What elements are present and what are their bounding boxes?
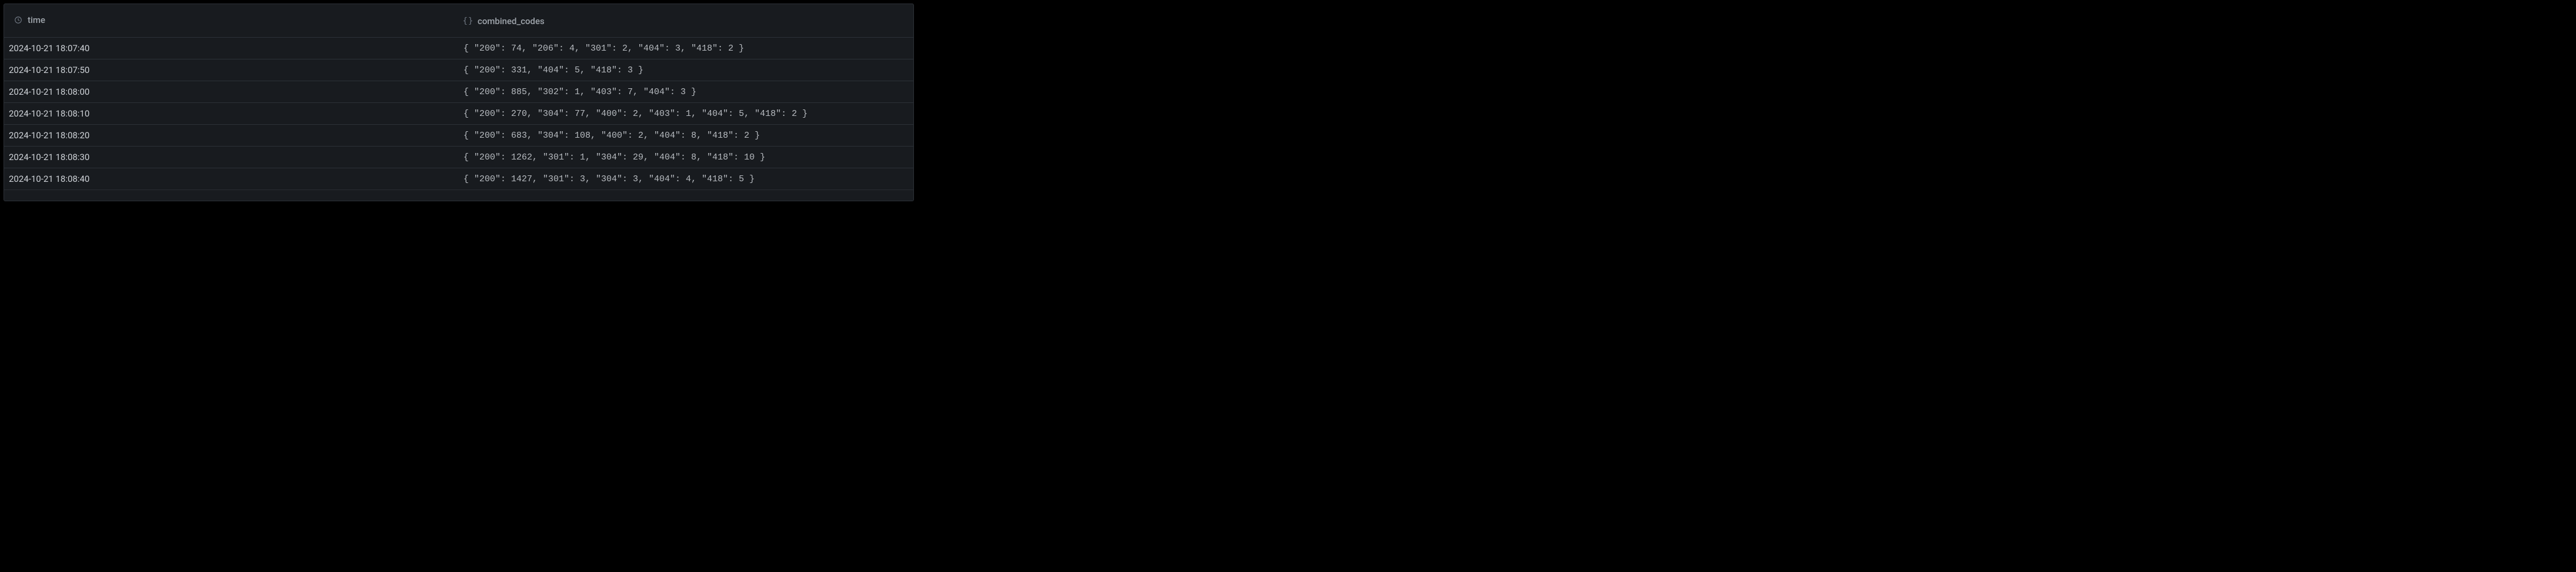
table-row[interactable]: 2024-10-21 18:07:40{ "200": 74, "206": 4…: [4, 38, 913, 59]
cell-time: 2024-10-21 18:08:00: [4, 81, 459, 103]
table-header-row: time {} combined_codes: [4, 4, 913, 38]
cell-time: 2024-10-21 18:08:40: [4, 168, 459, 190]
table-row[interactable]: 2024-10-21 18:08:00{ "200": 885, "302": …: [4, 81, 913, 103]
table-row[interactable]: 2024-10-21 18:08:40{ "200": 1427, "301":…: [4, 168, 913, 190]
table-row[interactable]: 2024-10-21 18:08:30{ "200": 1262, "301":…: [4, 147, 913, 168]
cell-codes: { "200": 1262, "301": 1, "304": 29, "404…: [459, 147, 913, 168]
column-header-label: time: [28, 15, 45, 25]
table-row[interactable]: 2024-10-21 18:08:10{ "200": 270, "304": …: [4, 103, 913, 125]
cell-codes: { "200": 331, "404": 5, "418": 3 }: [459, 59, 913, 81]
clock-icon: [14, 15, 23, 25]
cell-codes: { "200": 270, "304": 77, "400": 2, "403"…: [459, 103, 913, 125]
table-body: 2024-10-21 18:07:40{ "200": 74, "206": 4…: [4, 38, 913, 190]
column-header-time[interactable]: time: [4, 4, 459, 38]
table-row[interactable]: 2024-10-21 18:07:50{ "200": 331, "404": …: [4, 59, 913, 81]
column-header-label: combined_codes: [478, 16, 545, 26]
cell-time: 2024-10-21 18:08:20: [4, 125, 459, 147]
cell-codes: { "200": 885, "302": 1, "403": 7, "404":…: [459, 81, 913, 103]
column-header-codes[interactable]: {} combined_codes: [459, 4, 913, 38]
braces-icon: {}: [463, 16, 473, 26]
cell-time: 2024-10-21 18:08:30: [4, 147, 459, 168]
log-table-panel: time {} combined_codes 2024-10-21 18:07:…: [4, 4, 914, 201]
cell-time: 2024-10-21 18:08:10: [4, 103, 459, 125]
cell-codes: { "200": 683, "304": 108, "400": 2, "404…: [459, 125, 913, 147]
cell-codes: { "200": 1427, "301": 3, "304": 3, "404"…: [459, 168, 913, 190]
cell-codes: { "200": 74, "206": 4, "301": 2, "404": …: [459, 38, 913, 59]
table-row[interactable]: 2024-10-21 18:08:20{ "200": 683, "304": …: [4, 125, 913, 147]
log-table: time {} combined_codes 2024-10-21 18:07:…: [4, 4, 913, 190]
cell-time: 2024-10-21 18:07:50: [4, 59, 459, 81]
cell-time: 2024-10-21 18:07:40: [4, 38, 459, 59]
